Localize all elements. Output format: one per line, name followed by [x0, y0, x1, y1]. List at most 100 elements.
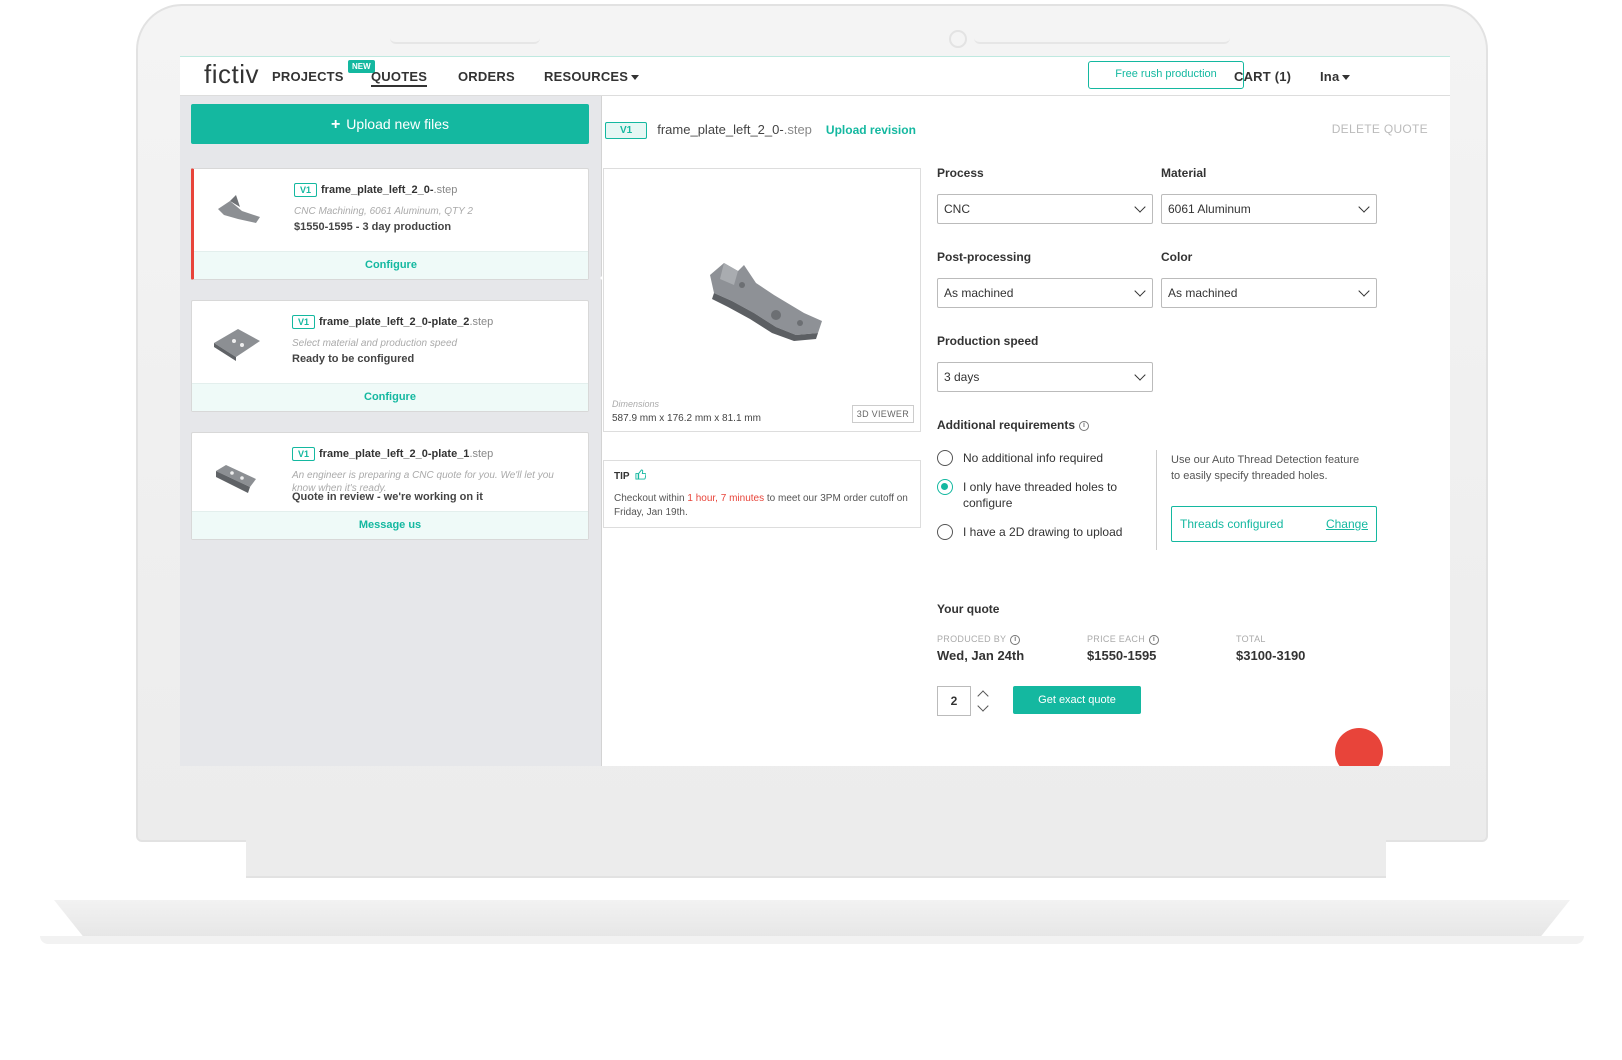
- app-screen: fictiv PROJECTS NEW QUOTES ORDERS RESOUR…: [180, 56, 1450, 766]
- file-extension: .step: [469, 315, 494, 328]
- top-navigation: fictiv PROJECTS NEW QUOTES ORDERS RESOUR…: [180, 56, 1450, 96]
- laptop-hinge: [246, 838, 1386, 878]
- tip-text: Checkout within 1 hour, 7 minutes to mee…: [614, 492, 910, 520]
- user-name: Ina: [1320, 69, 1340, 84]
- part-thumbnail-icon: [214, 329, 260, 361]
- info-icon[interactable]: i: [1010, 634, 1021, 645]
- color-label: Color: [1161, 250, 1193, 264]
- your-quote-title: Your quote: [937, 602, 1000, 616]
- dimensions-label: Dimensions: [612, 399, 660, 409]
- file-name: frame_plate_left_2_0-plate_2: [319, 315, 470, 328]
- thread-detection-help: Use our Auto Thread Detection feature to…: [1171, 454, 1360, 482]
- process-label: Process: [937, 166, 984, 180]
- file-card[interactable]: V1 frame_plate_left_2_0-plate_1.step An e…: [191, 432, 589, 540]
- upload-revision-link[interactable]: Upload revision: [826, 123, 916, 137]
- chevron-down-icon: [1358, 201, 1370, 213]
- part-thumbnail-icon: [218, 195, 260, 223]
- version-badge: V1: [294, 183, 318, 197]
- process-value: CNC: [944, 202, 970, 216]
- chevron-down-icon: [1134, 369, 1146, 381]
- user-menu[interactable]: Ina: [1320, 69, 1351, 84]
- file-list-panel: + Upload new files V1 frame_plate_left_2_0…: [180, 96, 610, 766]
- tip-countdown: 1 hour, 7 minutes: [687, 493, 765, 504]
- material-select[interactable]: 6061 Aluminum: [1161, 194, 1377, 224]
- file-card-body: V1 frame_plate_left_2_0-plate_1.step An e…: [192, 433, 588, 511]
- file-card-subtitle: Select material and production speed: [292, 338, 458, 349]
- fictiv-logo[interactable]: fictiv: [204, 59, 259, 90]
- 3d-viewer-button[interactable]: 3D VIEWER: [851, 405, 914, 423]
- chevron-down-icon[interactable]: [977, 700, 989, 712]
- tip-box: TIP Checkout within 1 hour, 7 minutes to…: [603, 460, 921, 528]
- laptop-base-edge: [40, 936, 1584, 944]
- threads-configured-status: Threads configured: [1180, 517, 1284, 531]
- info-icon[interactable]: i: [1079, 420, 1090, 431]
- configure-button[interactable]: Configure: [194, 251, 588, 279]
- material-label: Material: [1161, 166, 1207, 180]
- file-card[interactable]: V1 frame_plate_left_2_0-.step CNC Machini…: [191, 168, 589, 280]
- file-card-title: V1 frame_plate_left_2_0-plate_1.step: [292, 447, 493, 461]
- produced-by-value: Wed, Jan 24th: [937, 648, 1025, 663]
- nav-resources[interactable]: RESOURCES: [544, 69, 640, 84]
- post-processing-label: Post-processing: [937, 250, 1032, 264]
- file-card[interactable]: V1 frame_plate_left_2_0-plate_2.step Sele…: [191, 300, 589, 412]
- file-extension: .step: [469, 447, 494, 460]
- detail-file-name: frame_plate_left_2_0-: [657, 122, 784, 137]
- configure-button[interactable]: Configure: [192, 383, 588, 411]
- requirement-option-label: I only have threaded holes to configure: [963, 480, 1118, 510]
- nav-orders[interactable]: ORDERS: [458, 69, 515, 84]
- file-card-status: $1550-1595 - 3 day production: [294, 221, 452, 233]
- post-processing-value: As machined: [944, 286, 1014, 300]
- tip-title-label: TIP: [614, 471, 630, 482]
- color-value: As machined: [1168, 286, 1238, 300]
- nav-resources-label: RESOURCES: [544, 69, 629, 84]
- file-card-body: V1 frame_plate_left_2_0-plate_2.step Sele…: [192, 301, 588, 383]
- material-value: 6061 Aluminum: [1168, 202, 1251, 216]
- upload-new-files-button[interactable]: + Upload new files: [191, 104, 589, 144]
- laptop-base: [54, 900, 1570, 938]
- part-model-image: [710, 263, 822, 341]
- get-exact-quote-button[interactable]: Get exact quote: [1013, 686, 1141, 714]
- file-card-title: V1 frame_plate_left_2_0-plate_2.step: [292, 315, 493, 329]
- part-preview: Dimensions 587.9 mm x 176.2 mm x 81.1 mm…: [603, 168, 921, 432]
- requirement-option-label: No additional info required: [963, 451, 1104, 465]
- color-select[interactable]: As machined: [1161, 278, 1377, 308]
- tip-text-before: Checkout within: [614, 493, 688, 504]
- nav-projects[interactable]: PROJECTS: [272, 69, 344, 84]
- version-badge: V1: [292, 315, 316, 329]
- production-speed-label: Production speed: [937, 334, 1039, 348]
- production-speed-select[interactable]: 3 days: [937, 362, 1153, 392]
- radio-button-selected[interactable]: [937, 479, 953, 495]
- chat-bubble-icon[interactable]: [1335, 728, 1383, 766]
- requirement-option-label: I have a 2D drawing to upload: [963, 525, 1123, 539]
- produced-by-label: PRODUCED BY i: [937, 634, 1021, 645]
- post-processing-select[interactable]: As machined: [937, 278, 1153, 308]
- version-badge[interactable]: V1: [605, 122, 648, 140]
- delete-quote-button[interactable]: DELETE QUOTE: [1332, 122, 1428, 136]
- radio-button[interactable]: [937, 524, 953, 540]
- threads-configured-box: Threads configured Change: [1171, 506, 1377, 542]
- chevron-down-icon: [1134, 201, 1146, 213]
- threads-change-link[interactable]: Change: [1326, 517, 1368, 531]
- tip-title: TIP: [614, 469, 910, 482]
- total-label: TOTAL: [1236, 634, 1266, 644]
- price-each-label-text: PRICE EACH: [1087, 634, 1146, 644]
- requirements-divider: [1156, 450, 1157, 550]
- radio-button[interactable]: [937, 450, 953, 466]
- quantity-input[interactable]: 2: [937, 686, 971, 716]
- file-card-body: V1 frame_plate_left_2_0-.step CNC Machini…: [194, 169, 588, 251]
- file-card-status: Ready to be configured: [292, 353, 415, 365]
- nav-quotes[interactable]: QUOTES: [371, 69, 428, 87]
- file-card-status: Quote in review - we're working on it: [292, 491, 483, 503]
- production-speed-value: 3 days: [944, 370, 980, 384]
- free-rush-production-button[interactable]: Free rush production: [1088, 61, 1244, 89]
- info-icon[interactable]: i: [1149, 634, 1160, 645]
- bezel-slot-right: [974, 36, 1230, 44]
- version-badge: V1: [292, 447, 316, 461]
- process-select[interactable]: CNC: [937, 194, 1153, 224]
- additional-requirements-text: Additional requirements: [937, 418, 1076, 432]
- message-us-button[interactable]: Message us: [192, 511, 588, 539]
- total-value: $3100-3190: [1236, 648, 1306, 663]
- nav-cart[interactable]: CART (1): [1234, 69, 1291, 84]
- file-card-title: V1 frame_plate_left_2_0-.step: [294, 183, 457, 197]
- chevron-down-icon: [1358, 285, 1370, 297]
